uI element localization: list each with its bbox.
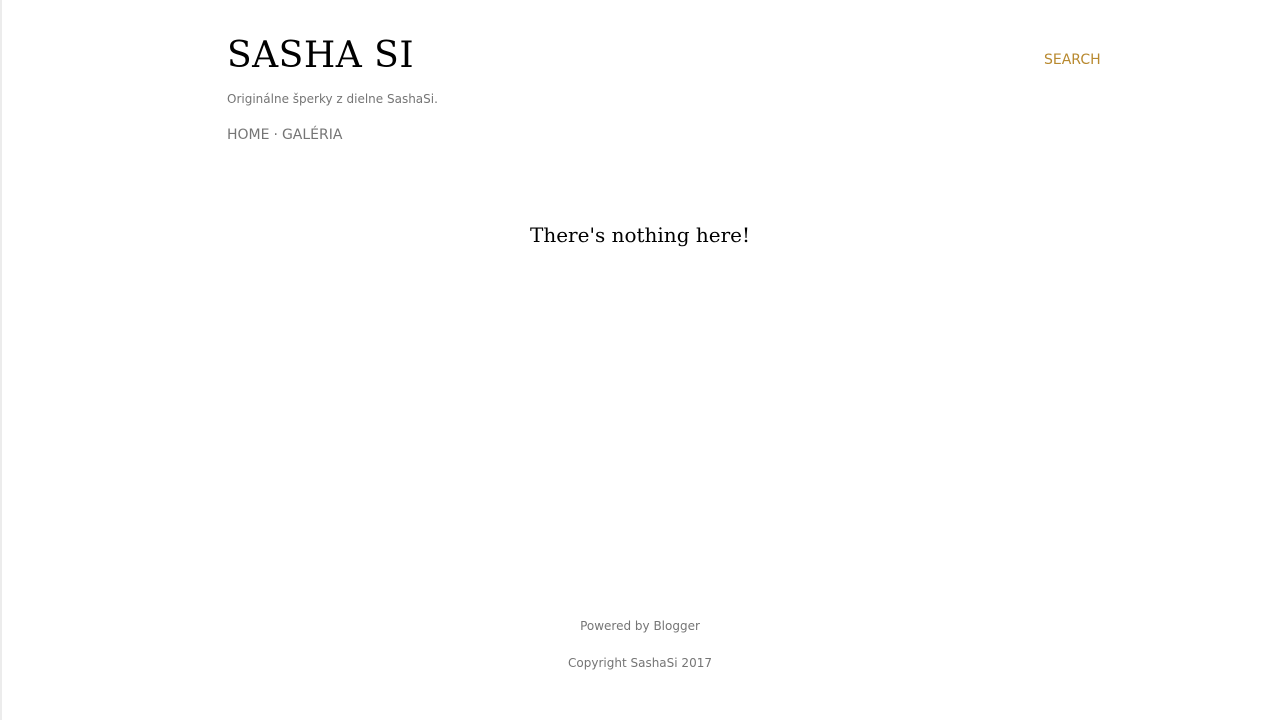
copyright-text: Copyright SashaSi 2017 xyxy=(568,656,712,670)
powered-by-prefix: Powered by xyxy=(580,619,650,633)
search-button[interactable]: SEARCH xyxy=(1044,51,1101,69)
blogger-link[interactable]: Blogger xyxy=(653,619,699,633)
site-description: Originálne šperky z dielne SashaSi. xyxy=(227,92,438,106)
nav-item-galeria[interactable]: GALÉRIA xyxy=(282,127,343,143)
page-left-border xyxy=(0,0,2,720)
nav-separator: · xyxy=(273,127,278,143)
site-title[interactable]: SASHA SI xyxy=(227,34,414,78)
powered-by: Powered by Blogger xyxy=(0,617,1280,635)
nav-item-home[interactable]: HOME xyxy=(227,127,269,143)
main-nav: HOME · GALÉRIA xyxy=(227,126,342,144)
empty-message: There's nothing here! xyxy=(530,223,750,247)
